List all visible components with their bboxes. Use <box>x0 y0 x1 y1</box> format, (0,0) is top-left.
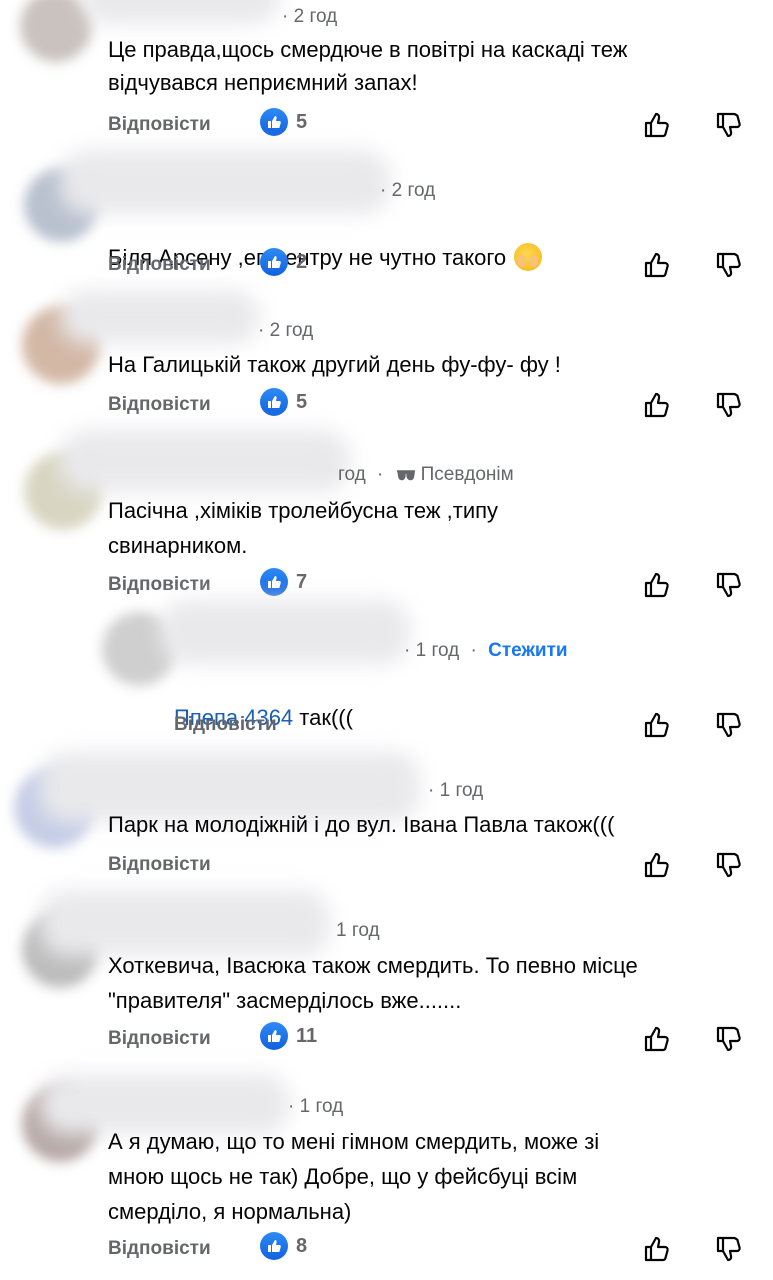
comment-meta: · 2 год <box>258 320 313 342</box>
like-count-group[interactable]: 2 <box>260 248 307 276</box>
author-name[interactable] <box>60 290 260 344</box>
sunglasses-icon <box>396 470 415 481</box>
reply-button[interactable]: Відповісти <box>108 394 211 416</box>
comment-text: Парк на молодіжній і до вул. Івана Павла… <box>108 812 615 837</box>
comment-text: На Галицькій також другий день фу-фу- фу… <box>108 352 561 377</box>
avatar[interactable] <box>20 0 92 62</box>
like-thumb-icon <box>260 108 288 136</box>
comment-time: 2 год <box>391 180 436 201</box>
reply-button[interactable]: Відповісти <box>174 714 277 736</box>
author-name[interactable] <box>60 150 390 214</box>
comment-actions: Відповісти 5 <box>108 388 748 424</box>
comment-meta: год · Псевдонім <box>338 464 514 486</box>
thumb-up-outline-icon[interactable] <box>642 250 672 280</box>
comment-time: 1 год <box>439 780 484 801</box>
author-name[interactable] <box>40 890 330 956</box>
thumb-down-outline-icon[interactable] <box>714 710 744 740</box>
thumb-up-outline-icon[interactable] <box>642 850 672 880</box>
comment-time: 2 год <box>269 320 314 341</box>
thumb-up-outline-icon[interactable] <box>642 710 672 740</box>
reply-button[interactable]: Відповісти <box>108 114 211 136</box>
comment-time: 1 год <box>415 640 460 661</box>
thumb-down-outline-icon[interactable] <box>714 1024 744 1054</box>
like-thumb-icon <box>260 1232 288 1260</box>
like-count: 5 <box>296 390 308 413</box>
comment-time-prefix: · <box>282 6 289 27</box>
like-count: 8 <box>296 1234 308 1257</box>
comment-actions: Відповісти 2 <box>108 248 748 284</box>
thumb-up-outline-icon[interactable] <box>642 1234 672 1264</box>
like-count-group[interactable]: 5 <box>260 108 307 136</box>
like-count: 7 <box>296 570 308 593</box>
like-thumb-icon <box>260 248 288 276</box>
comment-text: Пасічна ,хіміків тролейбусна теж ,типу с… <box>108 498 499 558</box>
comment-actions: Відповісти 11 <box>108 1022 748 1058</box>
comment-time-prefix: · <box>288 1096 295 1117</box>
thumb-down-outline-icon[interactable] <box>714 390 744 420</box>
like-count: 5 <box>296 110 308 133</box>
reply-button[interactable]: Відповісти <box>108 1028 211 1050</box>
thumb-down-outline-icon[interactable] <box>714 250 744 280</box>
thumb-down-outline-icon[interactable] <box>714 1234 744 1264</box>
like-count-group[interactable]: 7 <box>260 568 307 596</box>
meta-separator: · <box>470 640 477 661</box>
comment-time-prefix: · <box>428 780 435 801</box>
comment-meta: · 1 год <box>428 780 483 802</box>
comment-meta: · 2 год <box>380 180 435 202</box>
reply-button[interactable]: Відповісти <box>108 854 211 876</box>
comment-text: Хоткевича, Івасюка також смердить. То пе… <box>108 953 638 1013</box>
reply-button[interactable]: Відповісти <box>108 254 211 276</box>
like-count-group[interactable]: 11 <box>260 1022 317 1050</box>
like-thumb-icon <box>260 568 288 596</box>
comment-time: 1 год <box>336 920 380 941</box>
comment-text: Це правда,щось смердюче в повітрі на кас… <box>108 37 628 95</box>
comment-time: 2 год <box>293 6 338 27</box>
reply-button[interactable]: Відповісти <box>108 574 211 596</box>
comment-time-prefix: · <box>404 640 411 661</box>
thumb-down-outline-icon[interactable] <box>714 110 744 140</box>
like-count-group[interactable]: 8 <box>260 1232 307 1260</box>
author-name[interactable] <box>160 600 410 664</box>
comment-text: А я думаю, що то мені гімном смердить, м… <box>108 1129 600 1224</box>
thumb-up-outline-icon[interactable] <box>642 570 672 600</box>
like-count-group[interactable]: 5 <box>260 388 307 416</box>
comment-meta: 1 год <box>336 920 380 942</box>
thumb-up-outline-icon[interactable] <box>642 390 672 420</box>
thumb-up-outline-icon[interactable] <box>642 110 672 140</box>
like-count: 11 <box>296 1024 318 1047</box>
follow-button[interactable]: Стежити <box>488 640 567 661</box>
thumb-up-outline-icon[interactable] <box>642 1024 672 1054</box>
like-thumb-icon <box>260 1022 288 1050</box>
meta-separator: · <box>377 464 384 485</box>
comment-meta: · 1 год · Стежити <box>404 640 568 662</box>
comment-time: 1 год <box>299 1096 344 1117</box>
pseudonym-badge: Псевдонім <box>420 464 514 485</box>
comment-time-prefix: · <box>258 320 265 341</box>
comment-actions: Відповісти <box>108 848 748 884</box>
thumb-down-outline-icon[interactable] <box>714 850 744 880</box>
comment-actions: Відповісти 8 <box>108 1232 748 1268</box>
comment-meta: · 1 год <box>288 1096 343 1118</box>
comment-time: год <box>338 464 366 485</box>
comment-time-prefix: · <box>380 180 387 201</box>
comment-actions: Відповісти 7 <box>108 568 748 604</box>
author-name[interactable] <box>80 0 280 24</box>
like-thumb-icon <box>260 388 288 416</box>
thumb-down-outline-icon[interactable] <box>714 570 744 600</box>
comment-actions: Відповісти <box>174 708 748 744</box>
reply-button[interactable]: Відповісти <box>108 1238 211 1260</box>
like-count: 2 <box>296 250 308 273</box>
author-name[interactable] <box>60 430 350 492</box>
comment-actions: Відповісти 5 <box>108 108 748 144</box>
comment-meta: · 2 год <box>282 6 337 28</box>
